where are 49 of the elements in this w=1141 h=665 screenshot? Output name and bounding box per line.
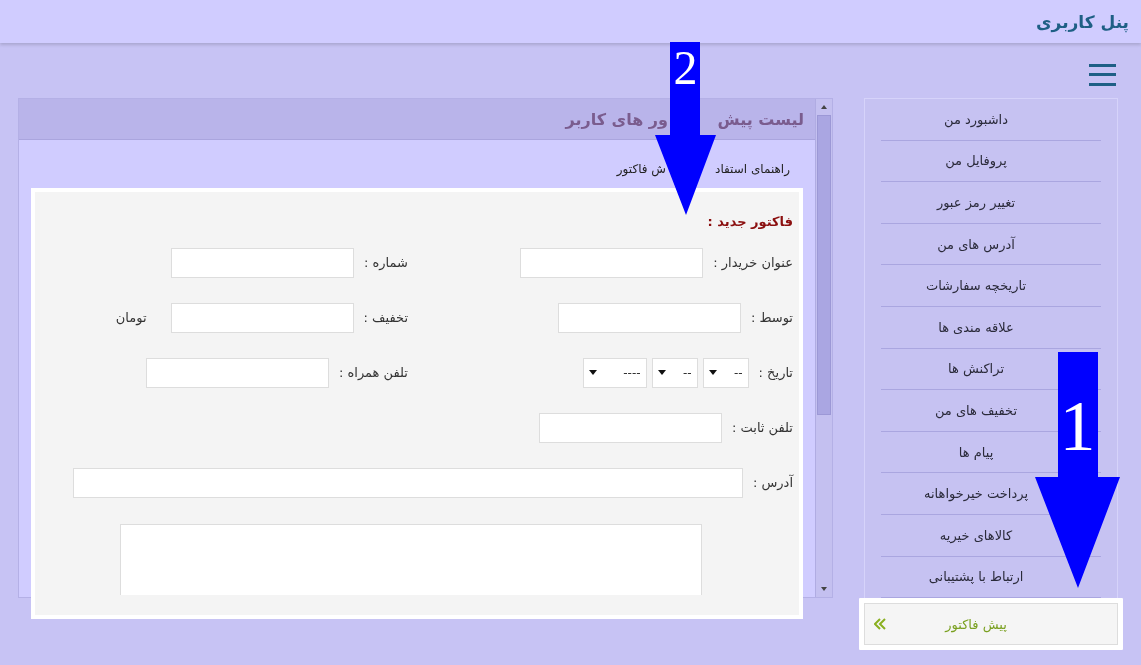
- caret-icon: [657, 370, 666, 375]
- scroll-down-icon[interactable]: [821, 587, 827, 591]
- sidebar-item[interactable]: تاریخچه سفارشات: [925, 278, 1027, 294]
- sidebar-item[interactable]: تراکنش ها: [948, 361, 1005, 377]
- input-field[interactable]: [539, 412, 722, 443]
- text-area[interactable]: [120, 524, 702, 595]
- double-chevron-icon: [874, 618, 886, 631]
- input-field[interactable]: [557, 302, 741, 333]
- date-select[interactable]: --: [702, 357, 749, 388]
- input-field[interactable]: [170, 302, 354, 333]
- sidebar-item[interactable]: پروفایل من: [945, 153, 1007, 169]
- sidebar-item[interactable]: کالاهای خیریه: [939, 527, 1013, 543]
- step-number: 2: [673, 44, 698, 92]
- caret-icon: [708, 370, 717, 375]
- scroll-up-icon[interactable]: [821, 105, 827, 109]
- panel-title: لیست پیش: [716, 109, 804, 129]
- help-link[interactable]: راهنمای استفاد: [706, 162, 790, 176]
- input-field[interactable]: [171, 247, 354, 278]
- sidebar-item[interactable]: تغییر رمز عبور: [936, 195, 1016, 210]
- page-title: پنل کاربری: [1036, 11, 1129, 32]
- sidebar-item[interactable]: تخفیف های من: [934, 402, 1018, 418]
- scrollbar[interactable]: [815, 99, 832, 597]
- help-link[interactable]: ش فاکتور: [616, 162, 666, 176]
- sidebar-item[interactable]: پیام ها: [958, 444, 994, 460]
- date-select[interactable]: --: [651, 357, 698, 388]
- field-label: آدرس :: [752, 475, 793, 490]
- sidebar-item[interactable]: آدرس های من: [937, 236, 1015, 252]
- field-label: توسط :: [750, 310, 793, 325]
- sidebar-item[interactable]: علاقه مندی ها: [938, 319, 1014, 335]
- step-number: 1: [1059, 390, 1096, 462]
- field-label: عنوان خریدار :: [713, 255, 793, 270]
- field-label: شماره :: [364, 255, 408, 270]
- date-select[interactable]: ----: [582, 357, 647, 388]
- input-field[interactable]: [146, 357, 329, 388]
- panel-title: ور های کاربر: [565, 109, 668, 129]
- field-label: تلفن ثابت :: [732, 420, 793, 435]
- form-heading: فاکتور جدید :: [706, 214, 793, 229]
- field-label: تخفیف :: [363, 310, 408, 325]
- sidebar-item[interactable]: داشبورد من: [944, 111, 1008, 127]
- scroll-thumb[interactable]: [817, 115, 831, 415]
- input-field[interactable]: [520, 247, 704, 278]
- menu-icon[interactable]: [1089, 63, 1116, 86]
- caret-icon: [588, 370, 597, 375]
- currency-label: تومان: [115, 310, 147, 325]
- input-field[interactable]: [73, 467, 743, 498]
- sidebar-item[interactable]: ارتباط با پشتیبانی: [928, 569, 1024, 585]
- field-label: تلفن همراه :: [339, 365, 408, 380]
- field-label: تاریخ :: [758, 365, 793, 380]
- sidebar-item[interactable]: پرداخت خیرخواهانه: [924, 486, 1028, 502]
